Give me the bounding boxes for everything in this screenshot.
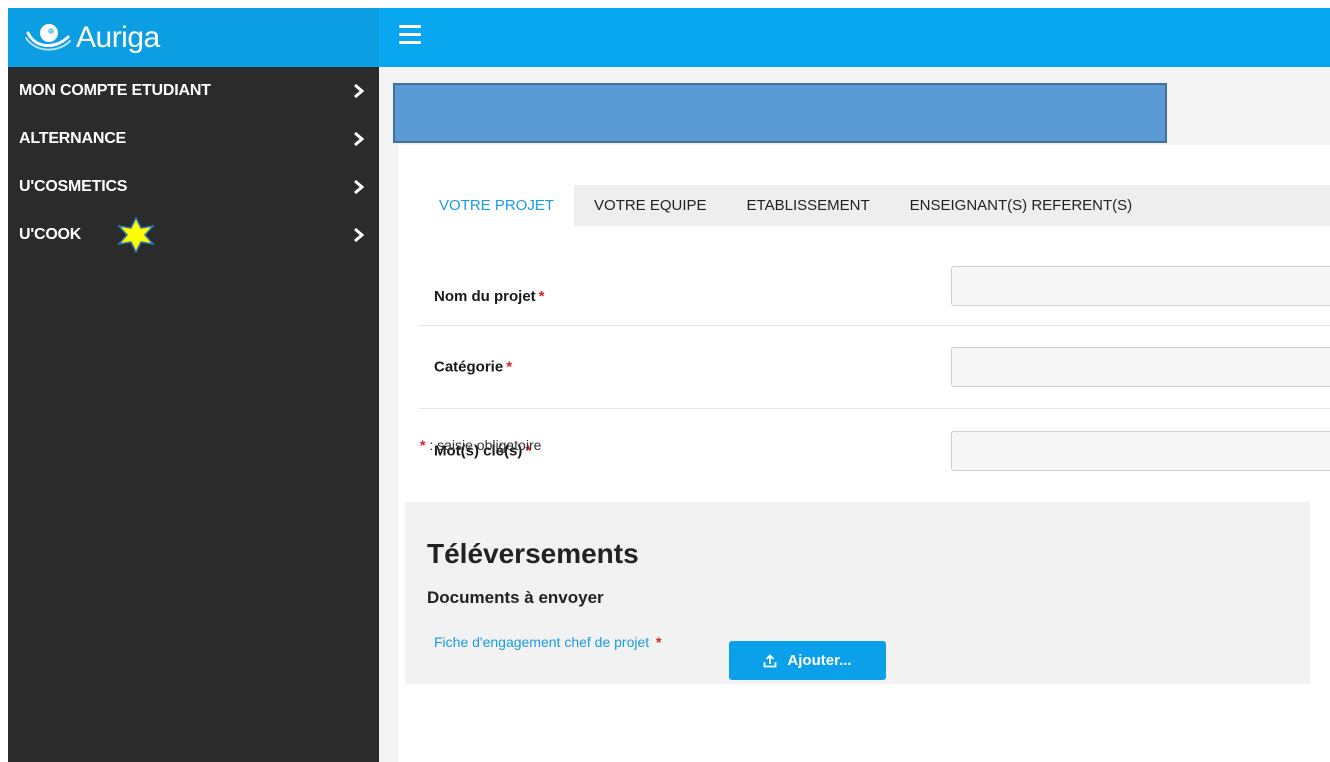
auriga-logo-icon [22,19,74,57]
tab-votre-projet[interactable]: VOTRE PROJET [419,185,575,226]
form-row: Mot(s) clé(s) * [419,409,1330,492]
chevron-right-icon [354,227,365,243]
add-document-button[interactable]: Ajouter... [729,641,886,680]
top-bar [379,8,1330,67]
sidebar-item-ucosmetics[interactable]: U'COSMETICS [8,163,379,211]
sidebar-item-ucook[interactable]: U'COOK [8,211,379,259]
required-mark: * [538,288,545,305]
sidebar-item-label: U'COSMETICS [19,178,128,195]
sidebar-item-label: U'COOK [19,226,82,243]
sidebar-item-mon-compte-etudiant[interactable]: MON COMPTE ETUDIANT [8,67,379,115]
uploads-section: Téléversements Documents à envoyer Fiche… [405,502,1310,684]
highlight-banner [393,83,1167,143]
main-content: VOTRE PROJET VOTRE EQUIPE ETABLISSEMENT … [379,67,1330,762]
logo-bar: Auriga [8,8,379,67]
form-row: Nom du projet * [419,226,1330,326]
chevron-right-icon [354,179,365,195]
chevron-right-icon [354,131,365,147]
required-note: * : saisie obligatoire [420,437,542,453]
upload-icon [764,653,777,667]
tab-votre-equipe[interactable]: VOTRE EQUIPE [574,185,727,226]
uploads-subtitle: Documents à envoyer [427,588,604,607]
tab-etablissement[interactable]: ETABLISSEMENT [727,185,890,226]
required-mark: * [506,358,513,376]
uploads-title: Téléversements [427,538,639,569]
document-label[interactable]: Fiche d'engagement chef de projet * [434,634,662,650]
chevron-right-icon [354,83,365,99]
app-title: Auriga [76,20,160,54]
star-icon [117,217,155,253]
field-label: Nom du projet * [434,288,545,305]
category-input[interactable] [951,347,1330,387]
left-margin [0,0,8,762]
project-name-input[interactable] [951,266,1330,306]
project-form: Nom du projet * Catégorie * Mot(s) clé(s) * [419,226,1330,492]
sidebar-item-label: ALTERNANCE [19,130,127,147]
sidebar-item-label: MON COMPTE ETUDIANT [19,82,211,99]
add-button-label: Ajouter... [787,652,852,669]
hamburger-menu-icon[interactable] [399,25,421,47]
keywords-input[interactable] [951,430,1330,471]
sidebar: MON COMPTE ETUDIANT ALTERNANCE U'COSMETI… [8,67,379,762]
tab-enseignants-referents[interactable]: ENSEIGNANT(S) REFERENT(S) [890,185,1153,226]
tab-bar: VOTRE PROJET VOTRE EQUIPE ETABLISSEMENT … [419,185,1330,226]
field-label: Catégorie * [434,358,513,376]
sidebar-item-alternance[interactable]: ALTERNANCE [8,115,379,163]
form-row: Catégorie * [419,326,1330,409]
